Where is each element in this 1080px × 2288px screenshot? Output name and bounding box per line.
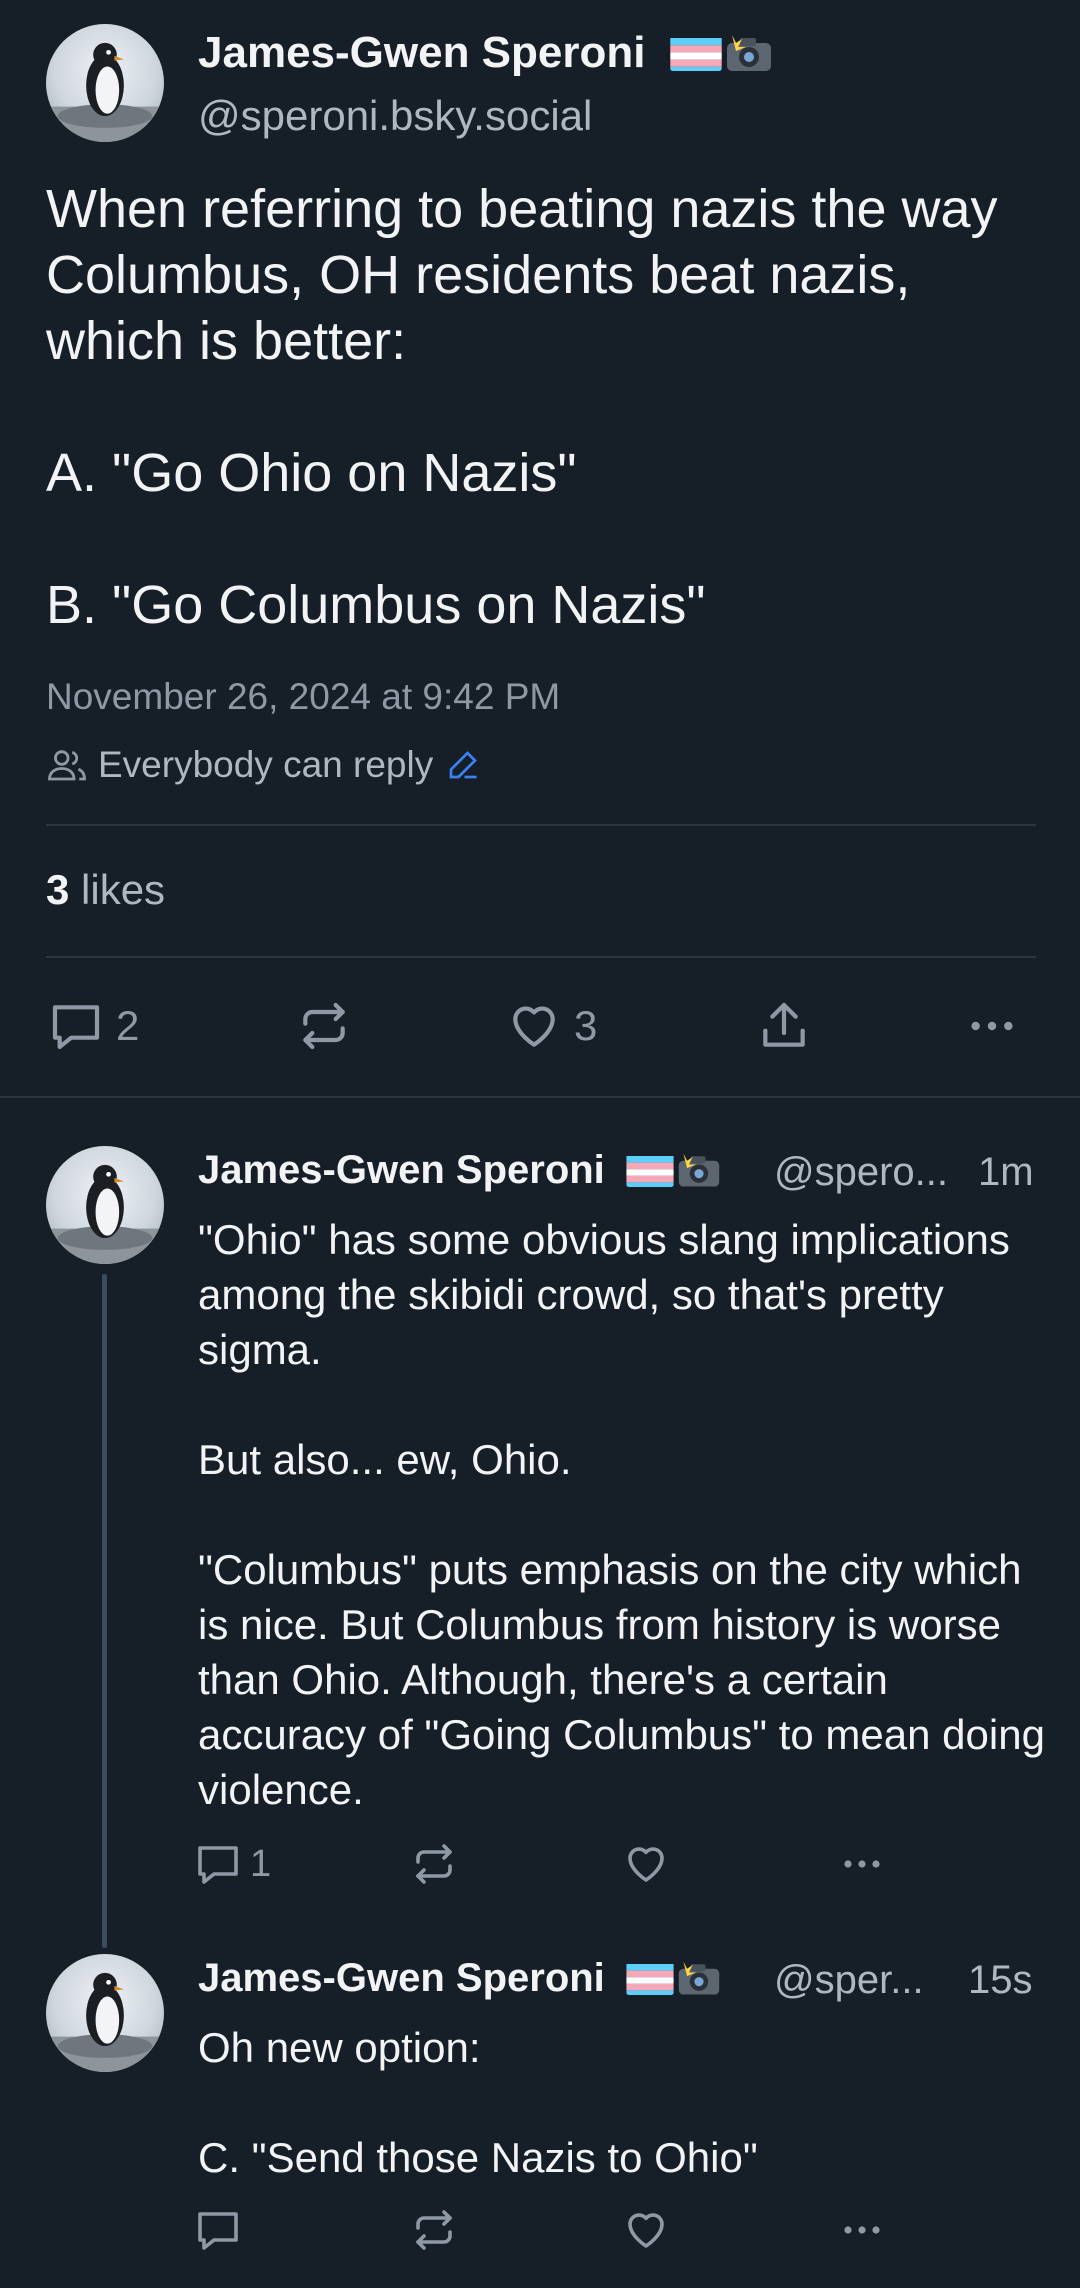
- repost-icon: [416, 1844, 452, 1884]
- trans-flag-icon: [626, 1962, 674, 1995]
- reply-handle[interactable]: @spero...: [774, 1150, 948, 1195]
- thread-view: James-Gwen Speroni @speroni.bsky.social …: [0, 0, 1080, 2288]
- camera-flash-icon: [676, 1959, 722, 1997]
- reply-author-name-text: James-Gwen Speroni: [198, 1956, 605, 2000]
- reply-handle[interactable]: @sper...: [774, 1958, 924, 2003]
- more-options-button[interactable]: [964, 998, 1020, 1054]
- heart-icon: [628, 2213, 664, 2248]
- reply-text: "Ohio" has some obvious slang implicatio…: [198, 1216, 1045, 1813]
- reply-permission[interactable]: Everybody can reply: [46, 744, 491, 786]
- like-button[interactable]: [622, 1840, 670, 1888]
- comment-icon: [198, 2212, 238, 2250]
- repost-button[interactable]: [410, 1840, 458, 1888]
- repost-icon: [303, 1002, 345, 1050]
- likes-count: 3: [46, 866, 70, 913]
- thread-connector: [102, 1274, 107, 1948]
- more-icon: [971, 1021, 1013, 1031]
- likes-label: likes: [81, 866, 166, 913]
- reply-author-name[interactable]: James-Gwen Speroni: [198, 1956, 722, 2001]
- repost-button[interactable]: [410, 2206, 458, 2254]
- post-timestamp: November 26, 2024 at 9:42 PM: [46, 676, 561, 717]
- more-options-button[interactable]: [838, 2206, 886, 2254]
- trans-flag-icon: [670, 35, 722, 71]
- reply-count: 1: [250, 1842, 272, 1885]
- camera-flash-icon: [676, 1151, 722, 1189]
- like-button[interactable]: [622, 2206, 670, 2254]
- reply-author-name[interactable]: James-Gwen Speroni: [198, 1148, 722, 1193]
- people-icon: [48, 750, 86, 781]
- reply-button[interactable]: [194, 2206, 242, 2254]
- share-button[interactable]: [756, 998, 812, 1054]
- penguin-avatar-image: [46, 42, 164, 142]
- section-divider: [0, 1096, 1080, 1098]
- post-text: When referring to beating nazis the way …: [46, 179, 998, 635]
- divider: [46, 956, 1036, 958]
- divider: [46, 824, 1036, 826]
- repost-button[interactable]: [296, 998, 352, 1054]
- reply-button[interactable]: 1: [194, 1840, 271, 1888]
- penguin-avatar-image: [46, 1164, 164, 1264]
- repost-icon: [416, 2210, 452, 2250]
- reply-avatar[interactable]: [46, 1954, 164, 2072]
- penguin-avatar-image: [46, 1972, 164, 2072]
- likes-summary[interactable]: 3 likes: [46, 866, 165, 914]
- author-name-text: James-Gwen Speroni: [198, 28, 646, 77]
- share-icon: [763, 1002, 805, 1047]
- heart-icon: [513, 1006, 555, 1047]
- heart-icon: [628, 1847, 664, 1882]
- more-icon: [844, 2226, 880, 2234]
- reply-author-name-text: James-Gwen Speroni: [198, 1148, 605, 1192]
- reply-text: Oh new option: C. "Send those Nazis to O…: [198, 2024, 758, 2181]
- reply-count: 2: [116, 1002, 140, 1049]
- author-name[interactable]: James-Gwen Speroni: [198, 28, 774, 78]
- like-button[interactable]: 3: [506, 998, 597, 1054]
- reply-permission-label: Everybody can reply: [98, 744, 434, 785]
- more-options-button[interactable]: [838, 1840, 886, 1888]
- pencil-icon[interactable]: [445, 747, 481, 783]
- like-count: 3: [574, 1002, 598, 1049]
- trans-flag-icon: [626, 1154, 674, 1187]
- more-icon: [844, 1860, 880, 1868]
- reply-button[interactable]: 2: [48, 998, 139, 1054]
- author-handle[interactable]: @speroni.bsky.social: [198, 92, 592, 140]
- reply-time[interactable]: 15s: [968, 1958, 1033, 2003]
- comment-icon: [198, 1846, 238, 1884]
- comment-icon: [52, 1005, 100, 1050]
- reply-avatar[interactable]: [46, 1146, 164, 1264]
- reply-time[interactable]: 1m: [978, 1150, 1034, 1195]
- camera-flash-icon: [724, 33, 774, 73]
- author-avatar[interactable]: [46, 24, 164, 142]
